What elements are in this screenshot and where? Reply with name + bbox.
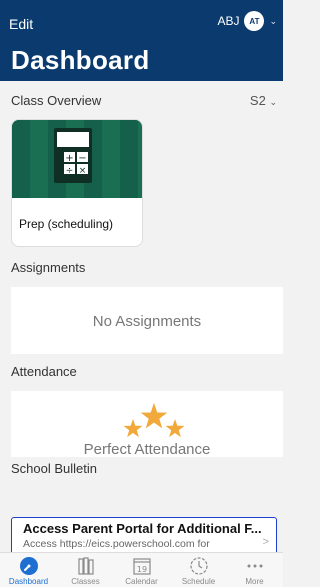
class-image: + − ÷ × — [12, 120, 142, 198]
chevron-right-icon: > — [262, 536, 269, 548]
attendance-label: Attendance — [11, 364, 77, 379]
more-icon — [247, 564, 262, 568]
attendance-panel[interactable]: Perfect Attendance — [11, 391, 283, 458]
user-menu[interactable]: ABJ AT ⌄ — [217, 11, 277, 31]
page-title: Dashboard — [11, 45, 150, 75]
calendar-date: 19 — [136, 565, 146, 574]
classes-icon — [77, 557, 94, 575]
svg-text:+: + — [65, 153, 73, 164]
tab-schedule[interactable]: Schedule — [170, 553, 227, 587]
term-value: S2 — [249, 93, 266, 108]
assignments-panel: No Assignments — [11, 287, 283, 354]
user-initials: ABJ — [217, 14, 240, 28]
tab-dashboard[interactable]: Dashboard — [0, 553, 57, 587]
tab-bar: Dashboard Classes 19 Calendar Schedule M… — [0, 552, 283, 587]
svg-text:÷: ÷ — [66, 166, 74, 176]
tab-label: More — [245, 577, 264, 586]
tab-label: Classes — [71, 577, 100, 586]
dashboard-icon — [19, 557, 38, 575]
tab-calendar[interactable]: 19 Calendar — [113, 553, 170, 587]
calendar-icon: 19 — [132, 558, 151, 575]
assignments-empty-text: No Assignments — [92, 313, 202, 330]
class-overview-label: Class Overview — [11, 93, 102, 108]
app-header: Edit ABJ AT ⌄ Dashboard — [0, 0, 283, 81]
tab-label: Schedule — [181, 577, 216, 586]
avatar[interactable]: AT — [244, 11, 265, 31]
class-card[interactable]: + − ÷ × Prep (scheduling) — [11, 119, 143, 247]
term-selector[interactable]: S2 ⌄ — [250, 93, 277, 108]
school-bulletin-label: School Bulletin — [11, 461, 97, 476]
class-name: Prep (scheduling) — [19, 217, 114, 231]
svg-text:×: × — [79, 166, 87, 176]
tab-more[interactable]: More — [226, 553, 283, 587]
chevron-down-icon[interactable]: ⌄ — [269, 16, 277, 27]
attendance-status-text: Perfect Attendance — [83, 441, 211, 458]
assignments-label: Assignments — [11, 260, 86, 275]
edit-button[interactable]: Edit — [9, 16, 33, 32]
bulletin-title: Access Parent Portal for Additional F... — [23, 521, 262, 536]
svg-text:−: − — [78, 153, 86, 164]
tab-label: Calendar — [125, 577, 158, 586]
tab-classes[interactable]: Classes — [57, 553, 114, 587]
calculator-icon: + − ÷ × — [54, 128, 92, 183]
chevron-down-icon: ⌄ — [269, 97, 277, 107]
tab-label: Dashboard — [8, 577, 49, 586]
schedule-icon — [189, 557, 208, 575]
